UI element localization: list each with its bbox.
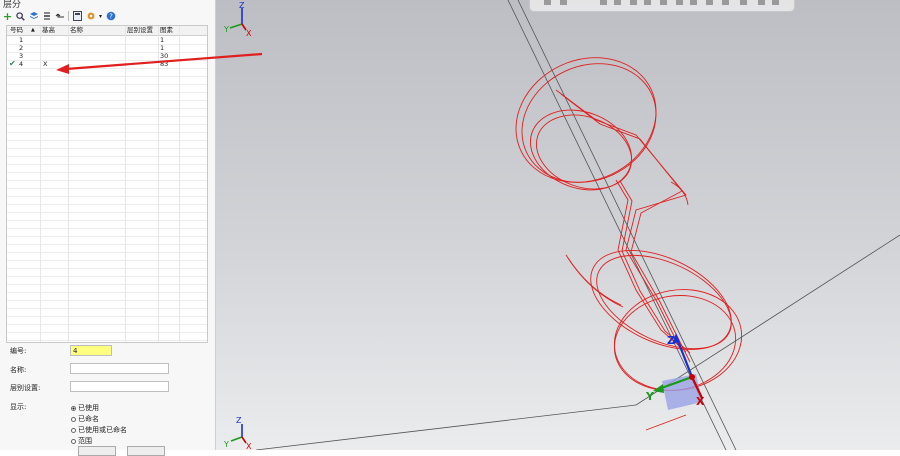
radio-icon[interactable] [71, 438, 76, 444]
gear-icon[interactable] [85, 11, 96, 22]
layer-table: 号码 ▲ 基高 名称 层别设置 图素 1 1 2 1 3 30 ✔ 4 X 83 [6, 25, 208, 343]
name-field[interactable] [70, 363, 169, 374]
display-option-used-or-named[interactable]: 已使用或已命名 [71, 425, 127, 435]
radio-selected-icon[interactable] [71, 405, 76, 411]
range-from-button[interactable] [78, 446, 116, 456]
header-layer-setting[interactable]: 层别设置 [127, 26, 153, 35]
radio-icon[interactable] [71, 416, 76, 422]
display-option-used[interactable]: 已使用 [71, 403, 99, 413]
panel-toolbar: + ▾ ? [2, 10, 116, 22]
part-gnomon-x-label: X [696, 395, 705, 408]
range-to-button[interactable] [127, 446, 165, 456]
help-icon[interactable]: ? [105, 11, 116, 22]
triad-bottom-z-label: Z [236, 416, 242, 425]
search-icon[interactable] [15, 11, 26, 22]
radio-icon[interactable] [71, 427, 76, 433]
display-option-used-label: 已使用 [78, 404, 99, 412]
sort-asc-icon[interactable]: ▲ [31, 26, 35, 35]
triad-top-x-label: X [246, 29, 252, 38]
layer-manager-panel: 层分 + ▾ ? 号码 ▲ 基高 名称 层别设置 图素 1 1 2 1 3 30… [0, 0, 216, 456]
cell-number[interactable]: 4 [19, 60, 23, 68]
header-base-height[interactable]: 基高 [42, 26, 55, 35]
panel-title: 层分 [3, 0, 22, 10]
triad-bottom-y-label: Y [223, 440, 229, 449]
triad-bottom-x-label: X [246, 442, 252, 450]
empty-table-row [7, 332, 207, 341]
part-gnomon-y-label: Y [645, 390, 655, 403]
display-label: 显示: [10, 403, 27, 411]
arrow-back-icon[interactable] [54, 11, 65, 22]
svg-text:?: ? [109, 13, 113, 21]
display-option-named-label: 已命名 [78, 415, 99, 423]
cell-entity-count[interactable]: 1 [160, 36, 164, 44]
display-option-range-label: 范围 [78, 437, 92, 445]
triad-top-y-label: Y [223, 25, 229, 34]
header-entity-count[interactable]: 图素 [160, 26, 173, 35]
active-layer-check-icon: ✔ [9, 59, 16, 68]
graphics-viewport[interactable]: Z Y X Z Y X Z Y X [216, 0, 900, 450]
cell-number[interactable]: 1 [19, 36, 23, 44]
name-label: 名称: [10, 366, 27, 374]
display-option-range[interactable]: 范围 [71, 436, 92, 446]
table-header-row: 号码 ▲ 基高 名称 层别设置 图素 [7, 26, 207, 36]
number-label: 编号: [10, 347, 27, 355]
cell-entity-count[interactable]: 83 [160, 60, 168, 68]
header-name[interactable]: 名称 [70, 26, 83, 35]
header-number[interactable]: 号码 [10, 26, 23, 35]
view-triad-bottom: Z Y X [223, 416, 252, 450]
layer-setting-label: 层别设置: [10, 384, 41, 392]
cell-number[interactable]: 2 [19, 44, 23, 52]
part-gnomon-z-label: Z [667, 334, 675, 347]
cell-entity-count[interactable]: 1 [160, 44, 164, 52]
layer-setting-field[interactable] [70, 381, 169, 392]
display-option-named[interactable]: 已命名 [71, 414, 99, 424]
cad-scene[interactable]: Z Y X Z Y X Z Y X [216, 0, 900, 450]
view-triad-top: Z Y X [223, 1, 252, 38]
part-wireframe [515, 57, 743, 431]
toolbar-separator [68, 11, 69, 21]
cell-entity-count[interactable]: 30 [160, 52, 168, 60]
number-field[interactable]: 4 [70, 345, 112, 356]
display-option-used-or-named-label: 已使用或已命名 [78, 426, 127, 434]
layer-stack-icon[interactable] [41, 11, 52, 22]
cell-base-height[interactable]: X [43, 60, 47, 68]
add-icon[interactable]: + [2, 11, 13, 22]
triad-top-z-label: Z [239, 1, 245, 10]
cell-number[interactable]: 3 [19, 52, 23, 60]
dropdown-caret-icon[interactable]: ▾ [98, 11, 103, 22]
layers-icon[interactable] [28, 11, 39, 22]
calculator-icon[interactable] [72, 11, 83, 22]
